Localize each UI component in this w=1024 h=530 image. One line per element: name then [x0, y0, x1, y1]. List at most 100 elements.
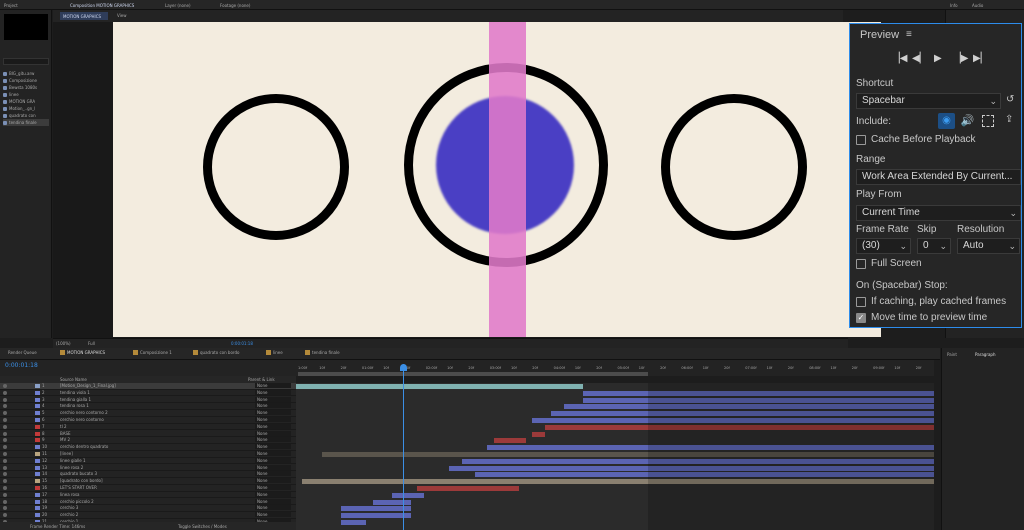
parent-select[interactable]: None: [255, 389, 291, 395]
playhead-line[interactable]: [403, 364, 404, 530]
layer-label-color[interactable]: [35, 492, 40, 497]
panel-menu-icon[interactable]: ≡: [906, 29, 912, 41]
layer-name[interactable]: BASE: [60, 431, 71, 436]
parent-select[interactable]: None: [255, 498, 291, 504]
layer-name[interactable]: linee gialle 1: [60, 458, 86, 463]
if-caching-checkbox[interactable]: [856, 297, 866, 307]
visibility-eye-icon[interactable]: [3, 404, 7, 409]
layer-row[interactable]: 1 [Motion_Design_1_Final.jpg] None: [0, 383, 296, 390]
layer-row[interactable]: 14 quadrato bucato 3 None: [0, 471, 296, 478]
full-screen-checkbox[interactable]: [856, 259, 866, 269]
frame-rate-select[interactable]: (30) ⌄: [856, 238, 911, 254]
layer-duration-bar[interactable]: [340, 520, 367, 525]
layer-row[interactable]: 18 cerchio piccolo 2 None: [0, 498, 296, 506]
parent-select[interactable]: None: [255, 396, 291, 402]
layer-duration-bar[interactable]: [391, 492, 424, 498]
layer-name[interactable]: LET'S START OVER: [60, 485, 97, 490]
move-time-checkbox[interactable]: ✓: [856, 313, 866, 323]
project-item[interactable]: BIG_gitu.arw: [3, 70, 49, 77]
parent-select[interactable]: None: [255, 457, 291, 463]
layer-row[interactable]: 9 MV 2 None: [0, 437, 296, 444]
layer-duration-bar[interactable]: [340, 506, 411, 512]
zoom-select[interactable]: (100%): [56, 341, 71, 346]
next-frame-icon[interactable]: ▕▶: [953, 53, 968, 65]
parent-select[interactable]: None: [255, 430, 291, 436]
visibility-eye-icon[interactable]: [3, 445, 7, 450]
layer-duration-bar[interactable]: [372, 499, 411, 505]
layer-row[interactable]: 15 [quadrato con bordo] None: [0, 478, 296, 485]
visibility-eye-icon[interactable]: [3, 418, 7, 422]
layer-name[interactable]: cerchio nero contorno: [60, 417, 104, 422]
timeline-tab[interactable]: Composizione 1: [133, 350, 172, 355]
layer-row[interactable]: 3 tendina gialla 1 None: [0, 396, 296, 404]
layer-name[interactable]: cerchio nero contorno 2: [60, 410, 108, 415]
shortcut-select[interactable]: Spacebar ⌄: [856, 93, 1001, 109]
visibility-eye-icon[interactable]: [3, 472, 7, 477]
timeline-tab[interactable]: Render Queue: [8, 350, 37, 355]
layer-row[interactable]: 10 cerchio dentro quadrato None: [0, 444, 296, 451]
parent-select[interactable]: None: [255, 410, 291, 416]
parent-select[interactable]: None: [255, 471, 291, 477]
parent-select[interactable]: None: [255, 403, 291, 409]
visibility-eye-icon[interactable]: [3, 431, 7, 436]
layer-label-color[interactable]: [35, 424, 40, 429]
project-item[interactable]: Bewsta 1080s: [3, 84, 49, 91]
layer-duration-bar[interactable]: [340, 513, 411, 519]
paint-tab[interactable]: Paint: [947, 352, 957, 357]
composition-tab[interactable]: Composition MOTION GRAPHICS: [70, 3, 134, 8]
parent-select[interactable]: None: [255, 505, 291, 511]
visibility-eye-icon[interactable]: [3, 397, 7, 402]
layer-duration-bar[interactable]: [417, 486, 520, 491]
layer-label-color[interactable]: [35, 452, 40, 456]
layer-name[interactable]: [Motion_Design_1_Final.jpg]: [60, 383, 116, 388]
layer-label-color[interactable]: [35, 411, 40, 416]
layer-label-color[interactable]: [35, 499, 40, 504]
layer-name[interactable]: cerchio 3: [60, 505, 78, 510]
layer-row[interactable]: 17 linea rosa None: [0, 491, 296, 499]
range-select[interactable]: Work Area Extended By Current...: [856, 169, 1021, 185]
layer-name[interactable]: quadrato bucato 3: [60, 471, 97, 476]
timeline-tab[interactable]: tendina finale: [305, 350, 340, 355]
audio-tab[interactable]: Audio: [972, 3, 983, 8]
visibility-eye-icon[interactable]: [3, 424, 7, 429]
first-frame-icon[interactable]: ▕◀: [892, 53, 907, 65]
layer-row[interactable]: 20 cerchio 2 None: [0, 512, 296, 519]
layer-row[interactable]: 7 tl 2 None: [0, 423, 296, 431]
layer-label-color[interactable]: [35, 472, 40, 477]
layer-name[interactable]: cerchio dentro quadrato: [60, 444, 108, 449]
visibility-eye-icon[interactable]: [3, 438, 7, 443]
visibility-eye-icon[interactable]: [3, 458, 7, 463]
layer-row[interactable]: 2 tendina viola 1 None: [0, 389, 296, 397]
viewer-timecode[interactable]: 0:00:01:18: [231, 341, 253, 346]
layer-name[interactable]: tendina viola 1: [60, 390, 90, 395]
visibility-eye-icon[interactable]: [3, 384, 7, 388]
footage-tab[interactable]: Footage (none): [220, 3, 250, 8]
parent-select[interactable]: None: [255, 383, 291, 388]
layer-name[interactable]: tendina gialla 1: [60, 397, 91, 402]
layer-label-color[interactable]: [35, 418, 40, 422]
include-overlays-icon[interactable]: [982, 115, 994, 127]
timeline-tab[interactable]: MOTION GRAPHICS: [60, 350, 105, 355]
layer-label-color[interactable]: [35, 431, 40, 436]
parent-link-header[interactable]: Parent & Link: [248, 377, 275, 382]
export-icon[interactable]: ⇪: [1005, 114, 1013, 126]
composition-subtab[interactable]: MOTION GRAPHICS: [60, 12, 108, 20]
layer-duration-bar[interactable]: [493, 438, 526, 444]
paragraph-tab[interactable]: Paragraph: [975, 352, 996, 357]
layer-label-color[interactable]: [35, 404, 40, 409]
previous-frame-icon[interactable]: ◀▏: [912, 53, 927, 65]
project-item[interactable]: quadrato con: [3, 112, 49, 119]
layer-label-color[interactable]: [35, 506, 40, 511]
visibility-eye-icon[interactable]: [3, 486, 7, 490]
project-item[interactable]: linee: [3, 91, 49, 98]
layer-row[interactable]: 19 cerchio 3 None: [0, 505, 296, 512]
toggle-switches-modes[interactable]: Toggle Switches / Modes: [178, 524, 227, 529]
layer-name[interactable]: linee rosa 2: [60, 465, 83, 470]
layer-label-color[interactable]: [35, 465, 40, 470]
layer-row[interactable]: 8 BASE None: [0, 430, 296, 438]
parent-select[interactable]: None: [255, 417, 291, 422]
parent-select[interactable]: None: [255, 423, 291, 429]
layer-label-color[interactable]: [35, 397, 40, 402]
play-icon[interactable]: ▶: [934, 53, 942, 65]
layer-label-color[interactable]: [35, 486, 40, 490]
